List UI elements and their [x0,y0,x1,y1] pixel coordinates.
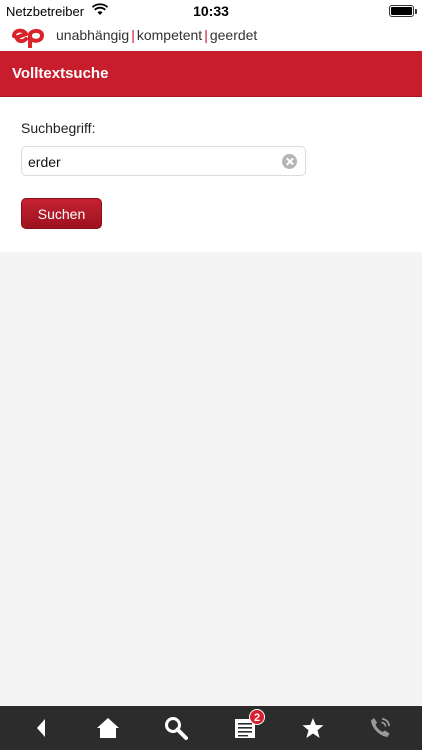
tagline-word: kompetent [136,27,203,43]
phone-icon [371,718,390,737]
page-title: Volltextsuche [12,65,109,82]
ep-logo [12,28,45,48]
bottom-toolbar: 2 [0,706,422,750]
tagline-separator: | [204,27,208,43]
clear-icon[interactable] [282,154,297,169]
toolbar-back-button[interactable] [11,706,71,750]
search-input[interactable] [28,151,278,173]
toolbar-home-button[interactable] [78,706,138,750]
back-icon [37,719,45,737]
search-form: Suchbegriff: Suchen [0,97,422,252]
page-header: Volltextsuche [0,51,422,97]
clock-time: 10:33 [193,3,229,19]
brand-bar: unabhängig | kompetent | geerdet [0,22,422,51]
search-label: Suchbegriff: [21,120,96,136]
notification-badge: 2 [249,709,265,725]
toolbar-call-button[interactable] [350,706,410,750]
brand-tagline: unabhängig | kompetent | geerdet [56,27,257,43]
toolbar-list-button[interactable]: 2 [215,706,275,750]
battery-icon [389,5,417,17]
tagline-separator: | [131,27,135,43]
star-icon [302,718,324,738]
search-field [21,146,306,176]
search-icon [165,717,188,740]
tagline-word: unabhängig [56,27,130,43]
home-icon [97,718,119,738]
tagline-word: geerdet [209,27,258,43]
status-bar: Netzbetreiber 10:33 [0,0,422,22]
toolbar-favorites-button[interactable] [283,706,343,750]
toolbar-search-button[interactable] [146,706,206,750]
search-submit-button[interactable]: Suchen [21,198,102,229]
